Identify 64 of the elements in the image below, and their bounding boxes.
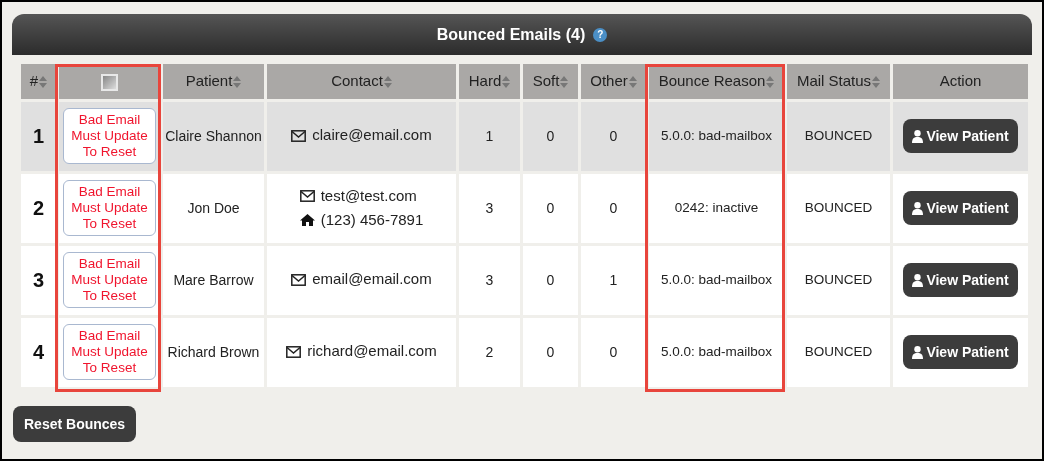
hard-count: 1 — [485, 127, 494, 144]
bad-email-notice: Bad Email Must Update To Reset — [63, 108, 156, 164]
envelope-icon — [291, 273, 307, 286]
patient-name: Claire Shannon — [165, 127, 262, 144]
soft-count: 0 — [546, 127, 555, 144]
sort-icon[interactable] — [628, 76, 637, 89]
view-patient-button[interactable]: View Patient — [903, 191, 1018, 225]
row-number: 4 — [32, 341, 45, 363]
soft-count: 0 — [546, 343, 555, 360]
mail-status: BOUNCED — [804, 128, 873, 144]
other-count: 1 — [609, 271, 618, 288]
envelope-icon — [286, 345, 302, 358]
envelope-icon — [299, 189, 315, 202]
reset-bounces-button[interactable]: Reset Bounces — [13, 406, 137, 442]
bad-email-notice: Bad Email Must Update To Reset — [63, 324, 156, 380]
mail-status: BOUNCED — [804, 272, 873, 288]
row-number: 2 — [32, 197, 45, 219]
column-header[interactable]: # — [29, 72, 39, 89]
row-number: 3 — [32, 269, 45, 291]
bounce-reason: 5.0.0: bad-mailbox — [660, 344, 773, 360]
hard-count: 2 — [485, 343, 494, 360]
bounce-reason: 0242: inactive — [674, 200, 759, 216]
contact-email: claire@email.com — [312, 125, 432, 146]
view-patient-button[interactable]: View Patient — [903, 119, 1018, 153]
other-count: 0 — [609, 343, 618, 360]
user-icon — [912, 273, 924, 287]
other-count: 0 — [609, 127, 618, 144]
patient-name: Jon Doe — [187, 199, 240, 216]
mail-status: BOUNCED — [804, 344, 873, 360]
sort-icon[interactable] — [766, 76, 775, 89]
sort-icon[interactable] — [872, 76, 881, 89]
contact-email: test@test.com — [320, 185, 417, 206]
sort-icon[interactable] — [383, 76, 392, 89]
other-count: 0 — [609, 199, 618, 216]
soft-count: 0 — [546, 271, 555, 288]
soft-count: 0 — [546, 199, 555, 216]
bounce-reason: 5.0.0: bad-mailbox — [660, 128, 773, 144]
sort-icon[interactable] — [233, 76, 242, 89]
envelope-icon — [291, 129, 307, 142]
patient-name: Richard Brown — [167, 343, 260, 360]
sort-icon[interactable] — [502, 76, 511, 89]
bad-email-notice: Bad Email Must Update To Reset — [63, 252, 156, 308]
sort-icon[interactable] — [39, 76, 48, 89]
panel-title: Bounced Emails (4) — [436, 24, 586, 45]
user-icon — [912, 129, 924, 143]
house-icon — [299, 214, 315, 227]
sort-icon[interactable] — [560, 76, 569, 89]
column-header: Action — [939, 72, 982, 89]
contact-phone: (123) 456-7891 — [320, 210, 424, 230]
view-patient-button[interactable]: View Patient — [903, 263, 1018, 297]
user-icon — [912, 345, 924, 359]
hard-count: 3 — [485, 271, 494, 288]
hard-count: 3 — [485, 199, 494, 216]
contact-email: email@email.com — [312, 269, 432, 290]
bad-email-notice: Bad Email Must Update To Reset — [63, 180, 156, 236]
bounce-reason: 5.0.0: bad-mailbox — [660, 272, 773, 288]
mail-status: BOUNCED — [804, 200, 873, 216]
user-icon — [912, 201, 924, 215]
row-number: 1 — [32, 125, 45, 147]
contact-email: richard@email.com — [307, 341, 437, 362]
column-header[interactable]: Contact — [331, 72, 383, 89]
patient-name: Mare Barrow — [173, 271, 254, 288]
view-patient-button[interactable]: View Patient — [903, 335, 1018, 369]
select-all-checkbox[interactable] — [101, 73, 118, 91]
